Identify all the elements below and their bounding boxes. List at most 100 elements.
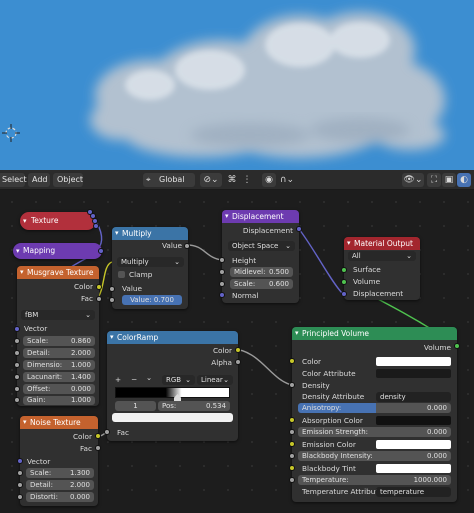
clamp-checkbox[interactable]: Clamp — [118, 269, 188, 280]
param-detail[interactable]: Detail: 2.000 — [26, 480, 94, 490]
node-displacement[interactable]: Displacement Displacement Object Space⌄ … — [222, 210, 299, 303]
node-mapping[interactable]: Mapping — [13, 243, 102, 259]
socket[interactable] — [219, 292, 225, 298]
color-attribute-field[interactable] — [376, 369, 451, 378]
param-distortion[interactable]: Distorti: 0.000 — [26, 492, 94, 502]
temperature-attribute-field[interactable]: temperature — [376, 487, 451, 497]
socket[interactable] — [96, 296, 102, 302]
node-principled-volume[interactable]: Principled Volume Volume Color Color Att… — [292, 327, 457, 502]
socket[interactable] — [296, 226, 302, 232]
param-emission-strength[interactable]: Emission Strength: 0.000 — [298, 427, 451, 437]
transform-orientation-dropdown[interactable]: ⌖ Global — [143, 173, 195, 187]
add-stop-button[interactable]: + — [115, 374, 125, 385]
xray-icon[interactable]: ▣ — [442, 173, 456, 187]
snap-icon[interactable]: ⌘ — [225, 173, 239, 187]
socket[interactable] — [289, 465, 295, 471]
socket[interactable] — [289, 417, 295, 423]
anisotropy-value[interactable]: 0.000 — [376, 403, 451, 413]
emission-color-swatch[interactable] — [376, 440, 451, 449]
stop-color-swatch[interactable] — [112, 413, 233, 422]
socket[interactable] — [341, 267, 347, 273]
socket[interactable] — [95, 445, 101, 451]
blackbody-tint-swatch[interactable] — [376, 464, 451, 473]
param-scale[interactable]: Scale: 0.600 — [230, 279, 293, 289]
socket[interactable] — [93, 223, 99, 229]
socket[interactable] — [17, 494, 23, 500]
density-attribute-field[interactable]: density — [376, 392, 451, 402]
node-multiply[interactable]: Multiply Value Multiply⌄ Clamp Value Val… — [112, 227, 188, 309]
socket[interactable] — [219, 281, 225, 287]
socket[interactable] — [14, 326, 20, 332]
socket[interactable] — [454, 343, 460, 349]
param-offset[interactable]: Offset: 0.000 — [23, 384, 95, 394]
snap-settings-icon[interactable]: ⋮ — [240, 173, 254, 187]
socket[interactable] — [14, 362, 20, 368]
remove-stop-button[interactable]: − — [131, 374, 141, 385]
socket[interactable] — [219, 257, 225, 263]
socket[interactable] — [289, 453, 295, 459]
param-detail[interactable]: Detail: 2.000 — [23, 348, 95, 358]
select-menu[interactable]: Select — [0, 173, 27, 187]
stop-position-field[interactable]: Pos: 0.534 — [158, 401, 230, 411]
3d-cursor-icon[interactable] — [2, 124, 20, 142]
param-dimension[interactable]: Dimensio: 1.000 — [23, 360, 95, 370]
socket[interactable] — [184, 243, 190, 249]
node-texture-coordinate[interactable]: Texture Coordinate — [20, 212, 96, 230]
socket[interactable] — [14, 350, 20, 356]
param-scale[interactable]: Scale: 0.860 — [23, 336, 95, 346]
socket[interactable] — [14, 397, 20, 403]
math-operation-dropdown[interactable]: Multiply ⌄ — [117, 257, 184, 267]
socket[interactable] — [96, 284, 102, 290]
socket[interactable] — [289, 358, 295, 364]
socket[interactable] — [341, 279, 347, 285]
socket[interactable] — [289, 441, 295, 447]
musgrave-type-dropdown[interactable]: fBM ⌄ — [21, 310, 95, 320]
ramp-menu-button[interactable]: ⌄ — [146, 372, 156, 383]
node-noise-texture[interactable]: Noise Texture Color Fac Vector Scale:1.3… — [20, 416, 98, 506]
color-ramp-gradient[interactable] — [115, 387, 230, 398]
socket[interactable] — [98, 248, 104, 254]
3d-viewport[interactable] — [0, 0, 474, 170]
socket[interactable] — [289, 477, 295, 483]
falloff-icon[interactable]: ∩⌄ — [277, 173, 297, 187]
param-midlevel[interactable]: Midlevel: 0.500 — [230, 267, 293, 277]
param-scale[interactable]: Scale: 1.300 — [26, 468, 94, 478]
socket[interactable] — [341, 291, 347, 297]
node-colorramp[interactable]: ColorRamp Color Alpha + − ⌄ RGB⌄ Linear⌄… — [107, 331, 238, 441]
param-blackbody-intensity[interactable]: Blackbody Intensity: 0.000 — [298, 451, 451, 461]
node-musgrave-texture[interactable]: Musgrave Texture Color Fac fBM⌄ Vector S… — [17, 266, 99, 406]
param-temperature[interactable]: Temperature: 1000.000 — [298, 475, 451, 485]
socket[interactable] — [14, 338, 20, 344]
socket[interactable] — [289, 429, 295, 435]
socket[interactable] — [289, 382, 295, 388]
color-swatch[interactable] — [376, 357, 451, 366]
param-lacunarity[interactable]: Lacunarit: 1.400 — [23, 372, 95, 382]
pivot-icon[interactable]: ⊘⌄ — [200, 173, 222, 187]
socket[interactable] — [95, 433, 101, 439]
proportional-icon[interactable]: ◉ — [262, 173, 276, 187]
shading-icon[interactable]: ◐ — [457, 173, 471, 187]
socket[interactable] — [14, 374, 20, 380]
anisotropy-slider-fill[interactable]: Anisotropy: — [298, 403, 376, 413]
visibility-icon[interactable]: 👁⌄ — [402, 173, 424, 187]
node-material-output[interactable]: Material Output All⌄ Surface Volume Disp… — [344, 237, 420, 300]
stop-index-field[interactable]: 1 — [115, 401, 156, 411]
param-gain[interactable]: Gain: 1.000 — [23, 396, 95, 405]
socket[interactable] — [14, 386, 20, 392]
absorption-color-swatch[interactable] — [376, 416, 451, 425]
target-dropdown[interactable]: All ⌄ — [348, 251, 416, 261]
socket[interactable] — [104, 429, 110, 435]
input-value-field[interactable]: Value: 0.700 — [122, 295, 182, 305]
socket[interactable] — [235, 359, 241, 365]
socket[interactable] — [17, 470, 23, 476]
socket[interactable] — [235, 347, 241, 353]
interpolation-dropdown[interactable]: Linear ⌄ — [197, 375, 233, 385]
color-mode-dropdown[interactable]: RGB ⌄ — [162, 375, 195, 385]
add-menu[interactable]: Add — [28, 173, 50, 187]
socket[interactable] — [109, 297, 115, 303]
socket[interactable] — [219, 269, 225, 275]
socket[interactable] — [17, 458, 23, 464]
object-menu[interactable]: Object — [53, 173, 83, 187]
overlay-icon[interactable]: ⛶ — [427, 173, 441, 187]
socket[interactable] — [17, 482, 23, 488]
